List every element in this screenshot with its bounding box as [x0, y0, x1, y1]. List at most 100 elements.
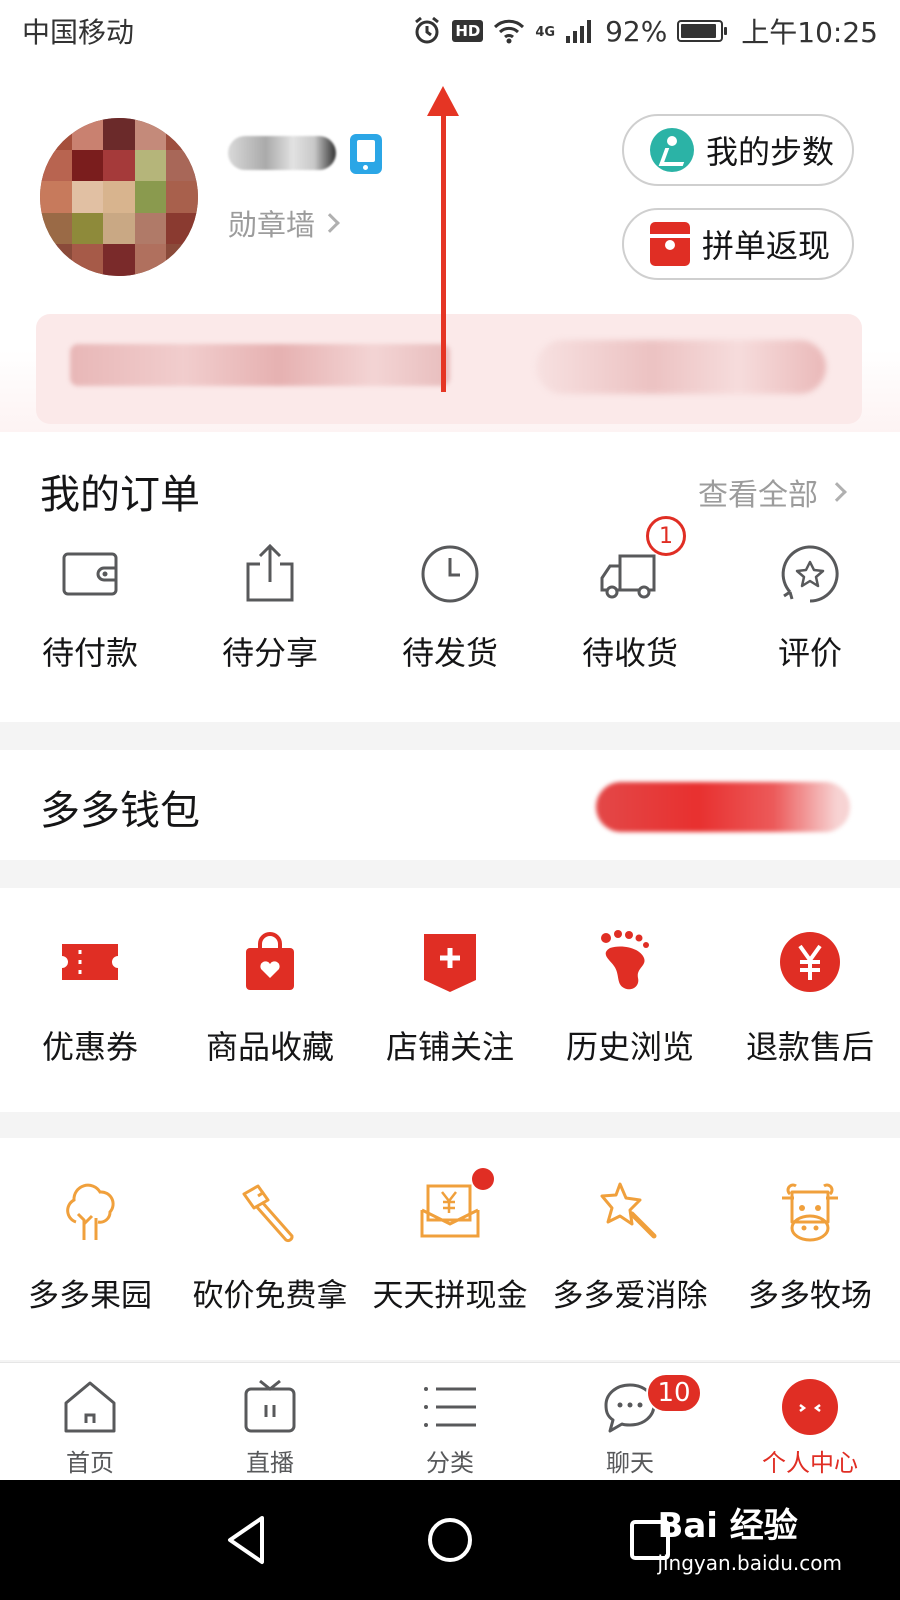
- order-label: 评价: [777, 634, 842, 672]
- axe-icon: [242, 1184, 294, 1243]
- my-orders-card: 我的订单 查看全部 待付款 待分享 待发货 1 待收货 评价: [0, 432, 900, 722]
- cash-envelope-icon: [420, 1184, 480, 1238]
- order-pending-receive[interactable]: 1 待收货: [540, 516, 720, 674]
- tab-label: 个人中心: [762, 1449, 858, 1477]
- back-triangle-icon[interactable]: [218, 1510, 278, 1570]
- list-icon: [424, 1387, 476, 1427]
- tab-category[interactable]: 分类: [360, 1363, 540, 1480]
- order-status-row: 待付款 待分享 待发货 1 待收货 评价: [0, 516, 900, 674]
- service-coupons[interactable]: 优惠券: [0, 930, 180, 1068]
- baidu-jingyan-watermark: Bai 经验 jingyan.baidu.com: [657, 1498, 842, 1575]
- home-icon: [64, 1381, 116, 1433]
- blurred-text: [70, 344, 450, 386]
- chevron-right-icon: [320, 213, 340, 233]
- chevron-right-icon: [827, 482, 847, 502]
- activity-bargain[interactable]: 砍价免费拿: [180, 1180, 360, 1315]
- service-history[interactable]: 历史浏览: [540, 930, 720, 1068]
- red-packet-icon: [650, 222, 690, 266]
- activities-row: 多多果园 砍价免费拿 天天拼现金 多多爱消除 多多牧场: [0, 1168, 900, 1315]
- cow-icon: [782, 1183, 838, 1242]
- bottom-tab-bar: 首页 直播 分类 10 聊天 个人中心: [0, 1362, 900, 1480]
- service-label: 店铺关注: [385, 1028, 514, 1066]
- wallet-promo-blurred: [596, 782, 850, 832]
- tab-profile[interactable]: 个人中心: [720, 1363, 900, 1480]
- service-label: 优惠券: [41, 1028, 138, 1066]
- tab-chat[interactable]: 10 聊天: [540, 1363, 720, 1480]
- activity-orchard[interactable]: 多多果园: [0, 1180, 180, 1315]
- view-all-label: 查看全部: [698, 478, 818, 513]
- services-card: 优惠券 商品收藏 店铺关注 历史浏览 退款售后: [0, 888, 900, 1112]
- duoduo-wallet-card[interactable]: 多多钱包: [0, 750, 900, 860]
- group-cashback-button[interactable]: 拼单返现: [622, 208, 854, 280]
- signal-icon: [566, 20, 592, 43]
- running-man-icon: [650, 128, 694, 172]
- clock-time: 上午10:25: [741, 16, 878, 49]
- review-star-icon: [781, 545, 839, 603]
- network-type: 4G: [535, 25, 556, 40]
- watermark-url: jingyan.baidu.com: [657, 1551, 842, 1575]
- order-label: 待付款: [41, 634, 138, 672]
- carrier-name: 中国移动: [22, 16, 135, 49]
- service-label: 历史浏览: [565, 1028, 694, 1066]
- view-all-orders-link[interactable]: 查看全部: [698, 470, 847, 514]
- up-arrow-annotation: [427, 86, 459, 392]
- tab-label: 聊天: [606, 1449, 654, 1477]
- status-icons: HD 4G 92% 上午10:25: [412, 11, 878, 51]
- order-pending-share[interactable]: 待分享: [180, 542, 360, 674]
- blurred-button: [536, 340, 826, 394]
- clock-icon: [421, 545, 479, 603]
- status-bar: 中国移动 HD 4G 92% 上午10:25: [0, 0, 900, 62]
- footprint-icon: [601, 930, 649, 990]
- tree-icon: [66, 1183, 115, 1240]
- tab-label: 分类: [426, 1449, 474, 1477]
- wallet-title: 多多钱包: [40, 788, 200, 834]
- my-steps-button[interactable]: 我的步数: [622, 114, 854, 186]
- order-label: 待发货: [401, 634, 498, 672]
- tab-label: 首页: [66, 1449, 114, 1477]
- service-label: 商品收藏: [205, 1028, 334, 1066]
- order-label: 待分享: [221, 634, 318, 672]
- profile-face-icon: [782, 1379, 838, 1435]
- activity-eliminate[interactable]: 多多爱消除: [540, 1180, 720, 1315]
- tab-label: 直播: [246, 1449, 294, 1477]
- activity-label: 多多果园: [28, 1278, 152, 1314]
- tab-home[interactable]: 首页: [0, 1363, 180, 1480]
- orders-title: 我的订单: [40, 472, 200, 518]
- service-favorites[interactable]: 商品收藏: [180, 930, 360, 1068]
- wifi-icon: [494, 19, 525, 44]
- tv-icon: [244, 1379, 296, 1433]
- hd-badge: HD: [452, 20, 484, 42]
- refund-yuan-icon: [780, 932, 840, 992]
- truck-icon: [600, 554, 656, 599]
- nickname-blurred: [228, 136, 336, 170]
- share-icon: [246, 543, 294, 602]
- activity-daily-cash[interactable]: 天天拼现金: [360, 1168, 540, 1315]
- group-cashback-label: 拼单返现: [702, 227, 831, 265]
- service-refund[interactable]: 退款售后: [720, 930, 900, 1068]
- my-steps-label: 我的步数: [706, 133, 835, 171]
- activity-label: 多多牧场: [748, 1278, 872, 1314]
- order-label: 待收货: [581, 634, 678, 672]
- phone-device-icon: [350, 134, 382, 174]
- activities-card: 多多果园 砍价免费拿 天天拼现金 多多爱消除 多多牧场: [0, 1138, 900, 1360]
- service-label: 退款售后: [745, 1028, 874, 1066]
- activity-label: 砍价免费拿: [192, 1278, 348, 1314]
- activity-ranch[interactable]: 多多牧场: [720, 1180, 900, 1315]
- badge-wall-label: 勋章墙: [228, 208, 316, 242]
- order-review[interactable]: 评价: [720, 542, 900, 674]
- watermark-brand: Bai 经验: [657, 1506, 798, 1546]
- wallet-icon: [62, 552, 118, 596]
- badge-wall-link[interactable]: 勋章墙: [228, 202, 340, 244]
- coupon-icon: [62, 944, 118, 980]
- favorite-bag-icon: [246, 932, 294, 990]
- store-follow-icon: [424, 934, 476, 992]
- order-pending-payment[interactable]: 待付款: [0, 542, 180, 674]
- star-wand-icon: [600, 1182, 657, 1239]
- order-pending-ship[interactable]: 待发货: [360, 542, 540, 674]
- service-followed-stores[interactable]: 店铺关注: [360, 930, 540, 1068]
- avatar[interactable]: [40, 118, 198, 276]
- pending-receive-count-badge: 1: [646, 516, 686, 556]
- system-nav-bar: Bai 经验 jingyan.baidu.com: [0, 1480, 900, 1600]
- home-circle-icon[interactable]: [420, 1510, 480, 1570]
- tab-live[interactable]: 直播: [180, 1363, 360, 1480]
